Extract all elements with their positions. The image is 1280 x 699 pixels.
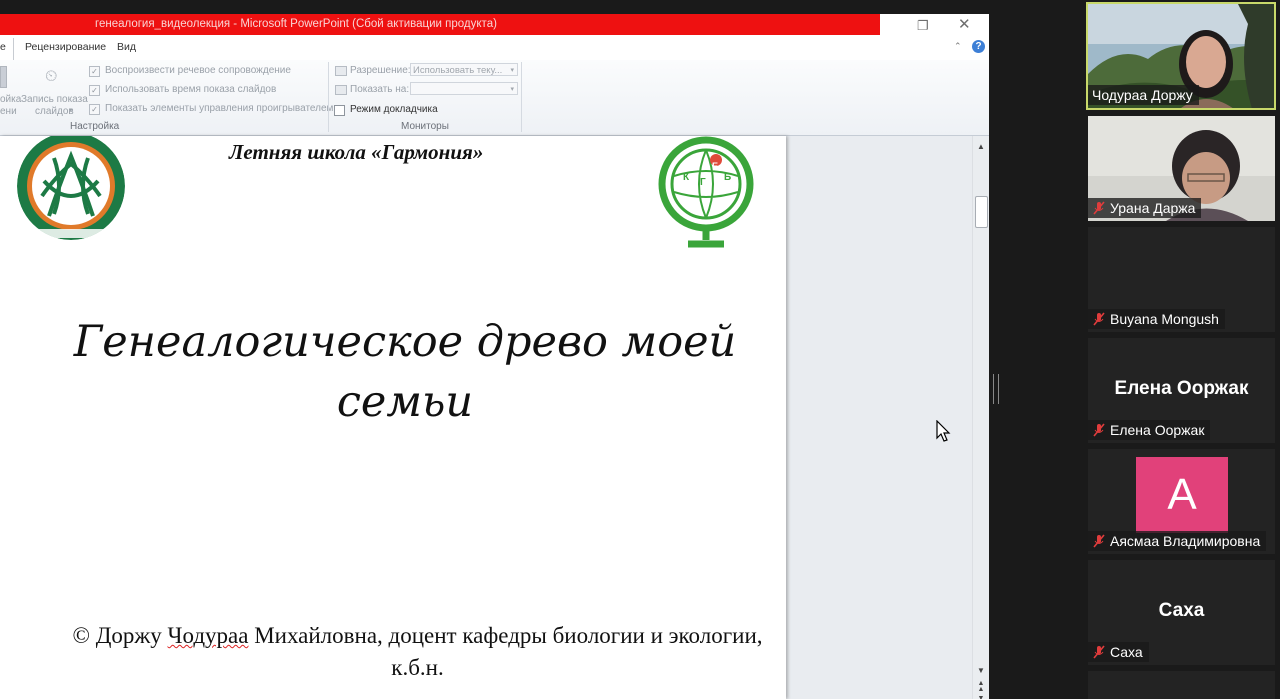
- participant-namebar: Урана Даржа: [1088, 198, 1202, 218]
- ribbon: ойка ени ⏲ Запись показа слайдов ▾ ✓ Вос…: [0, 60, 989, 136]
- slide-title: Генеалогическое древо моей семьи: [73, 317, 737, 427]
- participant-name: Урана Даржа: [1110, 200, 1196, 216]
- muted-mic-icon: [1093, 312, 1105, 326]
- muted-mic-icon: [1093, 201, 1105, 215]
- logo-letter: Г: [700, 177, 706, 188]
- university-logo-icon: [17, 136, 125, 240]
- participant-name: Чодураа Доржу: [1092, 87, 1193, 103]
- participant-display-name: Елена Ооржак: [1114, 378, 1249, 399]
- participant-tile[interactable]: A Аясмаа Владимировна: [1088, 449, 1275, 554]
- dropdown-arrow-icon: ▾: [510, 86, 514, 93]
- controls-checkbox[interactable]: ✓: [89, 104, 100, 115]
- tab-slideshow[interactable]: е: [0, 38, 14, 61]
- narration-label: Воспроизвести речевое сопровождение: [105, 65, 291, 76]
- logo-letter: К: [683, 172, 690, 183]
- slide: Летняя школа «Гармония» К Г Б Е Генеалог…: [0, 136, 786, 699]
- timings-label: Использовать время показа слайдов: [105, 84, 277, 95]
- presenter-view-label: Режим докладчика: [350, 104, 438, 115]
- group-label-setup: Настройка: [70, 121, 120, 132]
- previous-slide-icon[interactable]: ▲ ▲: [973, 680, 989, 693]
- participant-tile[interactable]: [1088, 671, 1275, 699]
- participant-namebar: Чодураа Доржу: [1088, 85, 1199, 105]
- scroll-down-icon[interactable]: ▼: [973, 666, 989, 675]
- resolution-icon: [335, 66, 347, 76]
- setup-show-button[interactable]: ойка ени: [0, 94, 21, 118]
- presenter-view-checkbox[interactable]: [334, 105, 345, 116]
- tab-view[interactable]: Вид: [117, 41, 136, 53]
- participant-tile[interactable]: Buyana Mongush: [1088, 227, 1275, 332]
- avatar: A: [1136, 457, 1228, 533]
- narration-checkbox[interactable]: ✓: [89, 66, 100, 77]
- restore-window-icon[interactable]: ❐: [917, 19, 929, 33]
- group-divider: [328, 62, 329, 132]
- minimize-ribbon-icon[interactable]: ⌃: [954, 41, 962, 52]
- logo-letter: Е: [712, 161, 718, 171]
- participant-display-name: Саха: [1158, 600, 1205, 621]
- slide-workspace: Летняя школа «Гармония» К Г Б Е Генеалог…: [0, 136, 989, 699]
- participant-name: Аясмаа Владимировна: [1110, 533, 1261, 549]
- logo-letter: Б: [724, 172, 731, 183]
- participant-tile[interactable]: Елена Ооржак Елена Ооржак: [1088, 338, 1275, 443]
- resolution-label: Разрешение:: [350, 65, 411, 76]
- tab-slideshow-label: е: [0, 41, 6, 53]
- record-show-button[interactable]: Запись показа слайдов: [21, 94, 88, 118]
- muted-mic-icon: [1093, 534, 1105, 548]
- participant-namebar: Елена Ооржак: [1088, 420, 1211, 440]
- participant-name: Елена Ооржак: [1110, 422, 1205, 438]
- participant-name: Саха: [1110, 644, 1143, 660]
- participant-tile[interactable]: Урана Даржа: [1088, 116, 1275, 221]
- dropdown-arrow-icon: ▾: [510, 67, 514, 74]
- vertical-scrollbar[interactable]: ▲ ▼ ▲ ▲ ▼: [972, 136, 989, 699]
- participant-tile[interactable]: Саха Саха: [1088, 560, 1275, 665]
- help-icon[interactable]: ?: [972, 40, 985, 53]
- credit-name: Чодураа: [167, 623, 249, 648]
- timings-checkbox[interactable]: ✓: [89, 85, 100, 96]
- school-heading: Летняя школа «Гармония»: [229, 140, 484, 164]
- show-on-label: Показать на:: [350, 84, 410, 95]
- slide-credit: © Доржу Чодураа Михайловна, доцент кафед…: [60, 620, 775, 684]
- window-title: генеалогия_видеолекция - Microsoft Power…: [95, 18, 497, 30]
- resolution-dropdown[interactable]: Использовать теку... ▾: [410, 63, 518, 76]
- participant-namebar: Аясмаа Владимировна: [1088, 531, 1267, 551]
- ribbon-tabs: е Рецензирование Вид ⌃ ?: [0, 38, 989, 61]
- panel-resize-handle[interactable]: [993, 374, 999, 404]
- participant-tile-active[interactable]: Чодураа Доржу: [1086, 2, 1276, 110]
- close-window-icon[interactable]: ✕: [958, 17, 971, 32]
- muted-mic-icon: [1093, 645, 1105, 659]
- credit-rest: Михайловна, доцент кафедры биологии и эк…: [248, 623, 763, 680]
- participant-namebar: Саха: [1088, 642, 1149, 662]
- resolution-value: Использовать теку...: [413, 65, 503, 76]
- record-icon: ⏲: [45, 68, 58, 85]
- participant-name: Buyana Mongush: [1110, 311, 1219, 327]
- participant-namebar: Buyana Mongush: [1088, 309, 1225, 329]
- globe-logo-icon: К Г Б Е: [658, 136, 754, 248]
- setup-show-icon: [0, 66, 7, 88]
- record-dropdown-icon[interactable]: ▾: [69, 106, 73, 114]
- scrollbar-thumb[interactable]: [975, 196, 988, 228]
- group-label-monitors: Мониторы: [401, 121, 449, 132]
- mouse-cursor-icon: [936, 420, 951, 442]
- show-on-icon: [335, 85, 347, 95]
- muted-mic-icon: [1093, 423, 1105, 437]
- controls-label: Показать элементы управления проигрывате…: [105, 103, 334, 114]
- show-on-dropdown[interactable]: ▾: [410, 82, 518, 95]
- group-divider: [521, 62, 522, 132]
- credit-prefix: © Доржу: [72, 623, 168, 648]
- scroll-up-icon[interactable]: ▲: [973, 142, 989, 151]
- title-bar: генеалогия_видеолекция - Microsoft Power…: [0, 14, 989, 38]
- shared-screen: генеалогия_видеолекция - Microsoft Power…: [0, 14, 989, 699]
- tab-review[interactable]: Рецензирование: [25, 41, 106, 53]
